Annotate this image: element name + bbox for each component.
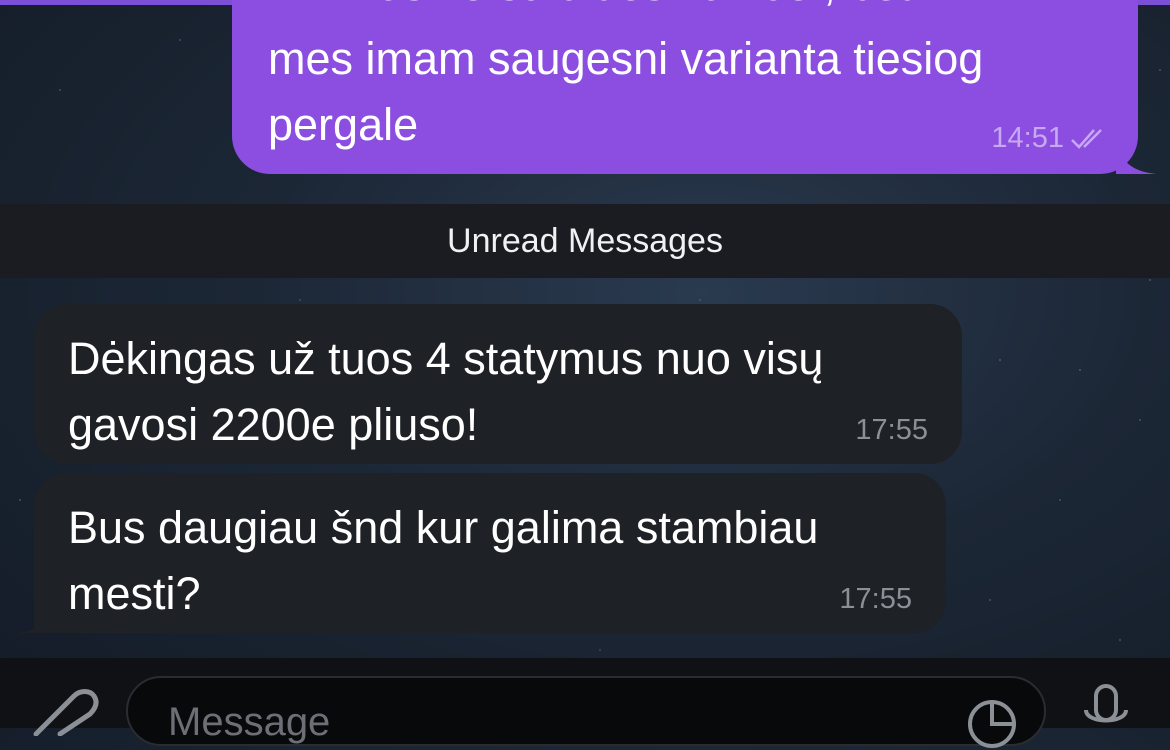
paperclip-icon[interactable] [30,686,100,736]
message-text-partial: ir minusine su didesniu koef, bet [268,0,1088,12]
microphone-icon[interactable] [1076,684,1136,734]
double-check-icon [1071,128,1102,149]
incoming-message-bubble[interactable]: Bus daugiau šnd kur galima stambiau mest… [16,473,946,633]
unread-label: Unread Messages [447,221,723,260]
message-meta: 14:51 [991,122,1110,155]
outgoing-message-bubble[interactable]: ir minusine su didesniu koef, bet mes im… [232,0,1156,174]
message-time: 14:51 [991,122,1064,154]
message-time: 17:55 [839,583,912,615]
message-text: Dėkingas už tuos 4 statymus nuo visų gav… [68,333,824,450]
bubble-tail [16,603,56,633]
unread-messages-divider: Unread Messages [0,204,1170,278]
message-text: mes imam saugesni varianta tiesiog perga… [268,33,984,150]
incoming-message-bubble[interactable]: Dėkingas už tuos 4 statymus nuo visų gav… [34,304,962,464]
message-time: 17:55 [855,414,928,446]
message-placeholder: Message [168,700,331,744]
sticker-icon[interactable] [964,694,1020,750]
message-input[interactable]: Message [126,676,1046,748]
message-text: Bus daugiau šnd kur galima stambiau mest… [68,502,819,619]
bubble-tail [1116,144,1156,174]
